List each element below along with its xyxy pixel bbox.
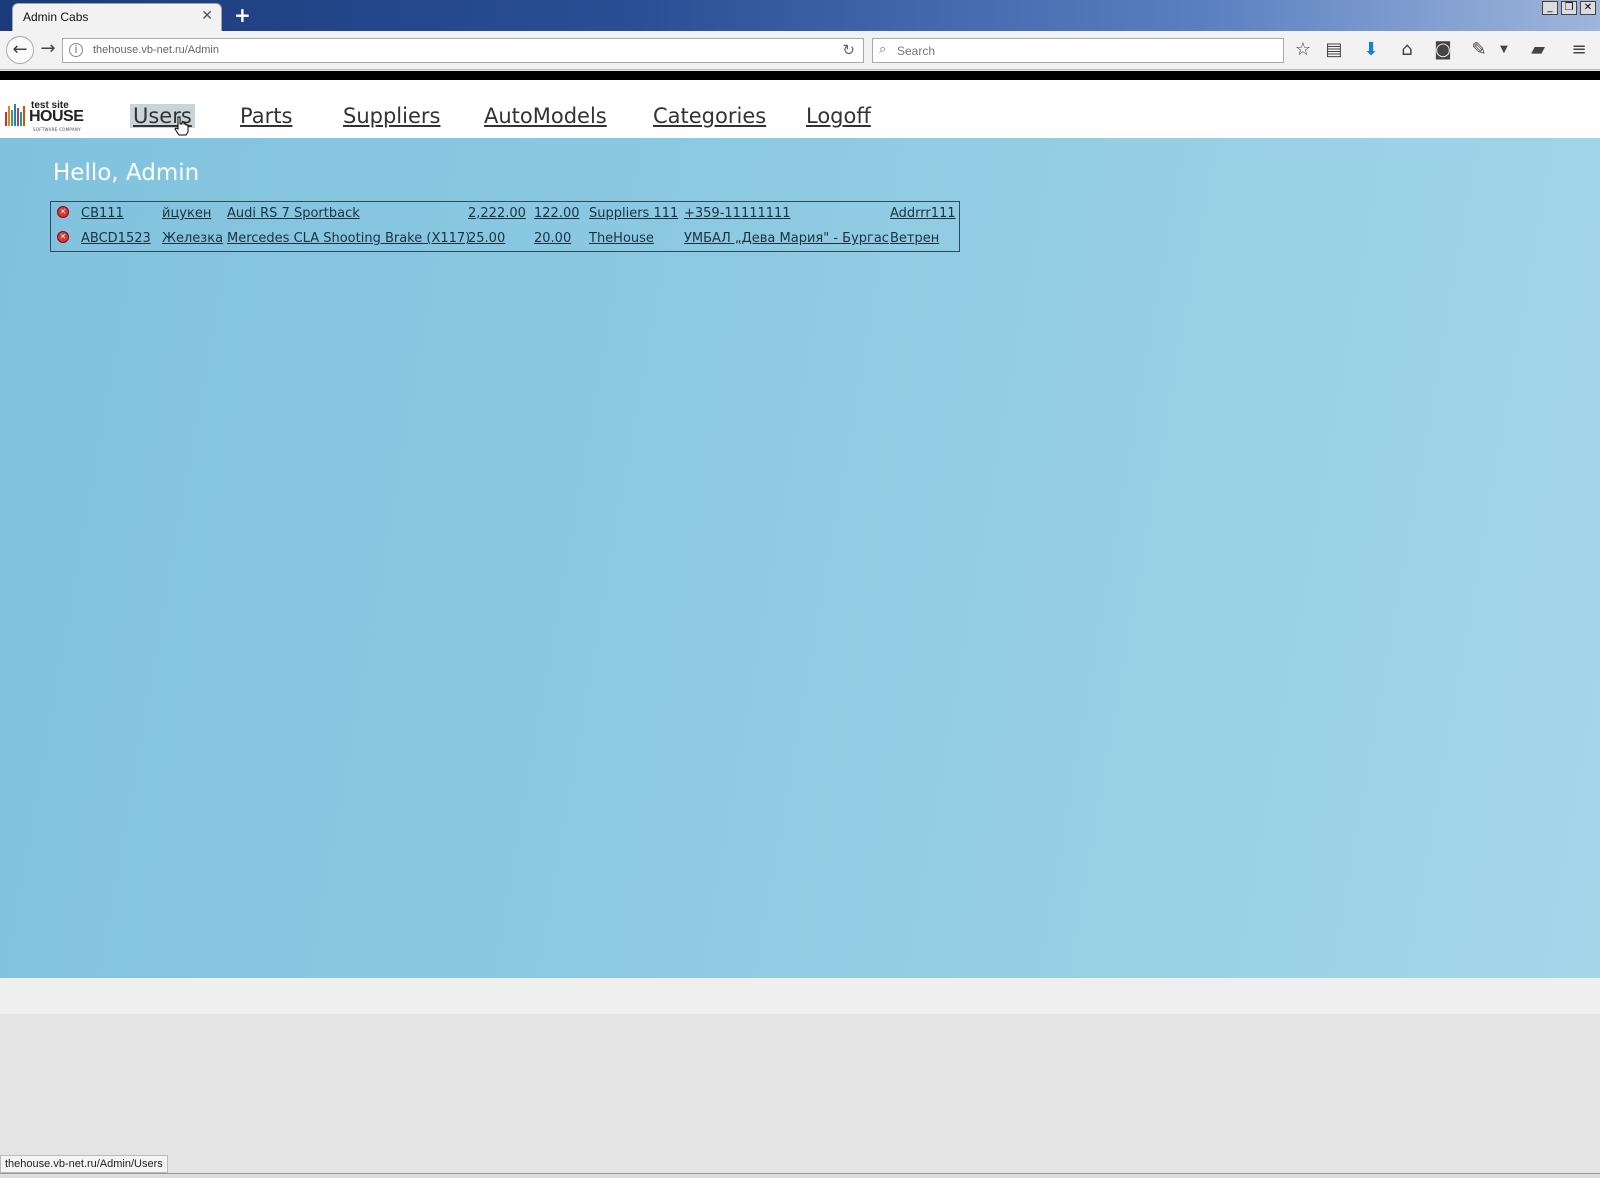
part-address[interactable]: Ветрен [890, 231, 939, 246]
site-logo[interactable]: test site HOUSE SOFTWARE COMPANY [5, 100, 84, 134]
search-icon: ⌕ [879, 42, 887, 57]
part-phone[interactable]: УМБАЛ „Дева Мария" - Бургас [684, 231, 889, 246]
table-row: ✕ CB111 йцукен Audi RS 7 Sportback 2,222… [51, 202, 959, 226]
part-price2[interactable]: 122.00 [534, 206, 580, 221]
main-content: Hello, Admin ✕ CB111 йцукен Audi RS 7 Sp… [0, 138, 1600, 978]
site-header: test site HOUSE SOFTWARE COMPANY Users P… [0, 80, 1600, 138]
reading-list-icon[interactable]: ▤ [1322, 39, 1346, 60]
part-supplier[interactable]: TheHouse [589, 231, 654, 246]
minimize-icon[interactable]: _ [1542, 1, 1558, 15]
delete-icon[interactable]: ✕ [57, 231, 69, 243]
part-phone[interactable]: +359-11111111 [684, 206, 791, 221]
home-icon[interactable]: ⌂ [1395, 39, 1419, 60]
logo-tagline: SOFTWARE COMPANY [33, 127, 81, 132]
tab-title: Admin Cabs [23, 10, 89, 24]
taskbar-edge [0, 1173, 1600, 1178]
url-bar[interactable]: i thehouse.vb-net.ru/Admin ↻ [62, 38, 864, 63]
part-code[interactable]: CB111 [81, 206, 124, 221]
table-row: ✕ ABCD1523 Железка Mercedes CLA Shooting… [51, 227, 959, 251]
search-input[interactable]: ⌕ Search [872, 38, 1284, 63]
forward-icon[interactable]: → [34, 36, 62, 64]
search-placeholder: Search [897, 44, 936, 58]
info-icon[interactable]: i [69, 43, 83, 57]
menu-item-parts[interactable]: Parts [240, 104, 292, 128]
bookmark-star-icon[interactable]: ☆ [1291, 39, 1315, 60]
chat-icon[interactable]: ▰ [1526, 39, 1550, 60]
part-address[interactable]: Addrrr111 [890, 206, 956, 221]
chevron-down-icon[interactable]: ▼ [1492, 44, 1516, 55]
tab-close-icon[interactable]: ✕ [201, 8, 213, 24]
logo-bars-icon [5, 104, 26, 126]
delete-icon[interactable]: ✕ [57, 206, 69, 218]
url-text: thehouse.vb-net.ru/Admin [93, 44, 219, 56]
menu-item-logoff[interactable]: Logoff [806, 104, 871, 128]
part-supplier[interactable]: Suppliers 111 [589, 206, 678, 221]
part-price2[interactable]: 20.00 [534, 231, 571, 246]
part-code[interactable]: ABCD1523 [81, 231, 151, 246]
menu-item-suppliers[interactable]: Suppliers [343, 104, 440, 128]
parts-grid: ✕ CB111 йцукен Audi RS 7 Sportback 2,222… [50, 201, 960, 252]
browser-toolbar: ← → i thehouse.vb-net.ru/Admin ↻ ⌕ Searc… [0, 31, 1600, 70]
restore-icon[interactable]: ❐ [1561, 1, 1577, 15]
back-icon[interactable]: ← [6, 36, 34, 64]
browser-tab[interactable]: Admin Cabs ✕ [12, 3, 222, 31]
divider-strip [0, 71, 1600, 80]
part-name[interactable]: йцукен [162, 206, 211, 221]
hamburger-menu-icon[interactable]: ≡ [1567, 39, 1591, 60]
part-model[interactable]: Audi RS 7 Sportback [227, 206, 360, 221]
pocket-icon[interactable]: ◙ [1431, 39, 1455, 60]
menu-item-categories[interactable]: Categories [653, 104, 766, 128]
browser-title-bar: Admin Cabs ✕ + _ ❐ ✕ [0, 0, 1600, 31]
greeting: Hello, Admin [53, 160, 200, 186]
status-bar: thehouse.vb-net.ru/Admin/Users [0, 1155, 168, 1173]
hand-cursor-icon [174, 116, 189, 136]
new-tab-icon[interactable]: + [234, 3, 251, 27]
logo-big-text: HOUSE [29, 108, 84, 125]
part-price[interactable]: 25.00 [468, 231, 505, 246]
download-icon[interactable]: ⬇ [1359, 39, 1383, 60]
reload-icon[interactable]: ↻ [842, 41, 855, 59]
sync-icon[interactable]: ✎ [1467, 39, 1491, 60]
page-footer [0, 978, 1600, 1014]
close-window-icon[interactable]: ✕ [1580, 1, 1596, 15]
menu-item-automodels[interactable]: AutoModels [484, 104, 607, 128]
part-price[interactable]: 2,222.00 [468, 206, 526, 221]
part-name[interactable]: Железка [162, 231, 223, 246]
part-model[interactable]: Mercedes CLA Shooting Brake (X117) [227, 231, 470, 246]
